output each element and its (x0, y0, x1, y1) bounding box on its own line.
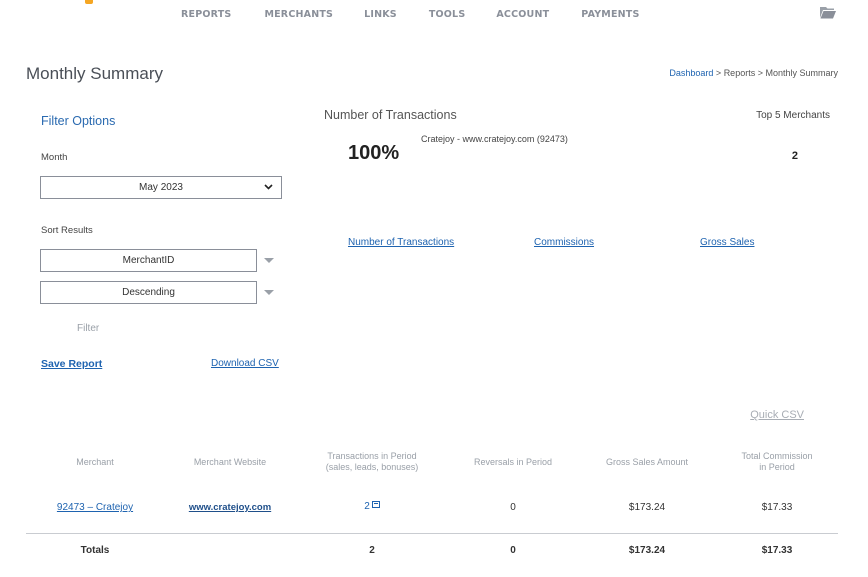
column-header-merchant: Merchant (76, 457, 114, 467)
sort-order-value: Descending (122, 287, 175, 298)
column-header-transactions: Transactions in Period (sales, leads, bo… (325, 451, 419, 472)
nav-merchants[interactable]: MERCHANTS (264, 9, 333, 20)
totals-divider (26, 533, 838, 534)
nav-payments[interactable]: PAYMENTS (581, 9, 639, 20)
external-link-icon[interactable] (371, 501, 380, 508)
month-select[interactable]: May 2023 (40, 176, 282, 199)
save-report-link[interactable]: Save Report (41, 358, 102, 370)
sort-by-dropdown-icon[interactable] (264, 258, 274, 263)
commission-cell: $17.33 (761, 502, 793, 513)
totals-commission: $17.33 (761, 545, 793, 556)
nav-account[interactable]: ACCOUNT (496, 9, 549, 20)
folder-open-icon[interactable] (820, 6, 836, 19)
top-5-merchants-value: 2 (791, 150, 798, 162)
column-header-reversals: Reversals in Period (473, 457, 553, 467)
page-title: Monthly Summary (26, 64, 163, 83)
merchant-website-link[interactable]: www.cratejoy.com (175, 502, 285, 513)
reversals-cell: 0 (510, 502, 516, 513)
merchant-share-label: Cratejoy - www.cratejoy.com (92473) (421, 134, 568, 144)
filter-options-heading: Filter Options (41, 114, 116, 128)
sort-by-value: MerchantID (122, 255, 175, 266)
sort-order-dropdown-icon[interactable] (264, 290, 274, 295)
transactions-cell[interactable]: 2 (287, 501, 457, 512)
download-csv-link[interactable]: Download CSV (211, 358, 279, 369)
nav-tools[interactable]: TOOLS (429, 9, 466, 20)
merchant-link[interactable]: 92473 – Cratejoy (40, 502, 150, 513)
tab-commissions[interactable]: Commissions (534, 237, 594, 248)
chevron-down-icon (264, 184, 273, 190)
column-header-commission: Total Commission in Period (741, 451, 813, 472)
gross-sales-cell: $173.24 (628, 502, 666, 513)
breadcrumb: Dashboard > Reports > Monthly Summary (669, 68, 838, 78)
sort-results-label: Sort Results (41, 225, 93, 236)
month-select-value: May 2023 (139, 182, 183, 193)
nav-reports[interactable]: REPORTS (181, 9, 231, 20)
breadcrumb-dashboard[interactable]: Dashboard (669, 68, 713, 78)
column-header-website: Merchant Website (193, 457, 267, 467)
breadcrumb-current: Monthly Summary (765, 68, 838, 78)
month-label: Month (41, 152, 68, 163)
percent-value: 100% (348, 142, 400, 164)
chart-title: Number of Transactions (324, 108, 457, 122)
tab-gross-sales[interactable]: Gross Sales (700, 237, 754, 248)
sort-order-select[interactable]: Descending (40, 281, 257, 304)
sort-by-select[interactable]: MerchantID (40, 249, 257, 272)
logo-mark[interactable] (85, 0, 93, 4)
column-header-gross-sales: Gross Sales Amount (605, 457, 689, 467)
breadcrumb-reports[interactable]: Reports (724, 68, 756, 78)
filter-button[interactable]: Filter (77, 323, 99, 334)
totals-transactions: 2 (369, 545, 375, 556)
nav-links[interactable]: LINKS (364, 9, 397, 20)
totals-label: Totals (80, 545, 110, 556)
tab-number-of-transactions[interactable]: Number of Transactions (348, 237, 454, 248)
quick-csv-link[interactable]: Quick CSV (750, 409, 804, 421)
totals-gross-sales: $173.24 (628, 545, 666, 556)
transactions-value: 2 (364, 501, 370, 512)
breadcrumb-separator: > (755, 68, 766, 78)
top-nav: REPORTS MERCHANTS LINKS TOOLS ACCOUNT PA… (181, 9, 640, 20)
top-5-merchants-label: Top 5 Merchants (756, 110, 830, 121)
breadcrumb-separator: > (713, 68, 724, 78)
totals-reversals: 0 (510, 545, 516, 556)
